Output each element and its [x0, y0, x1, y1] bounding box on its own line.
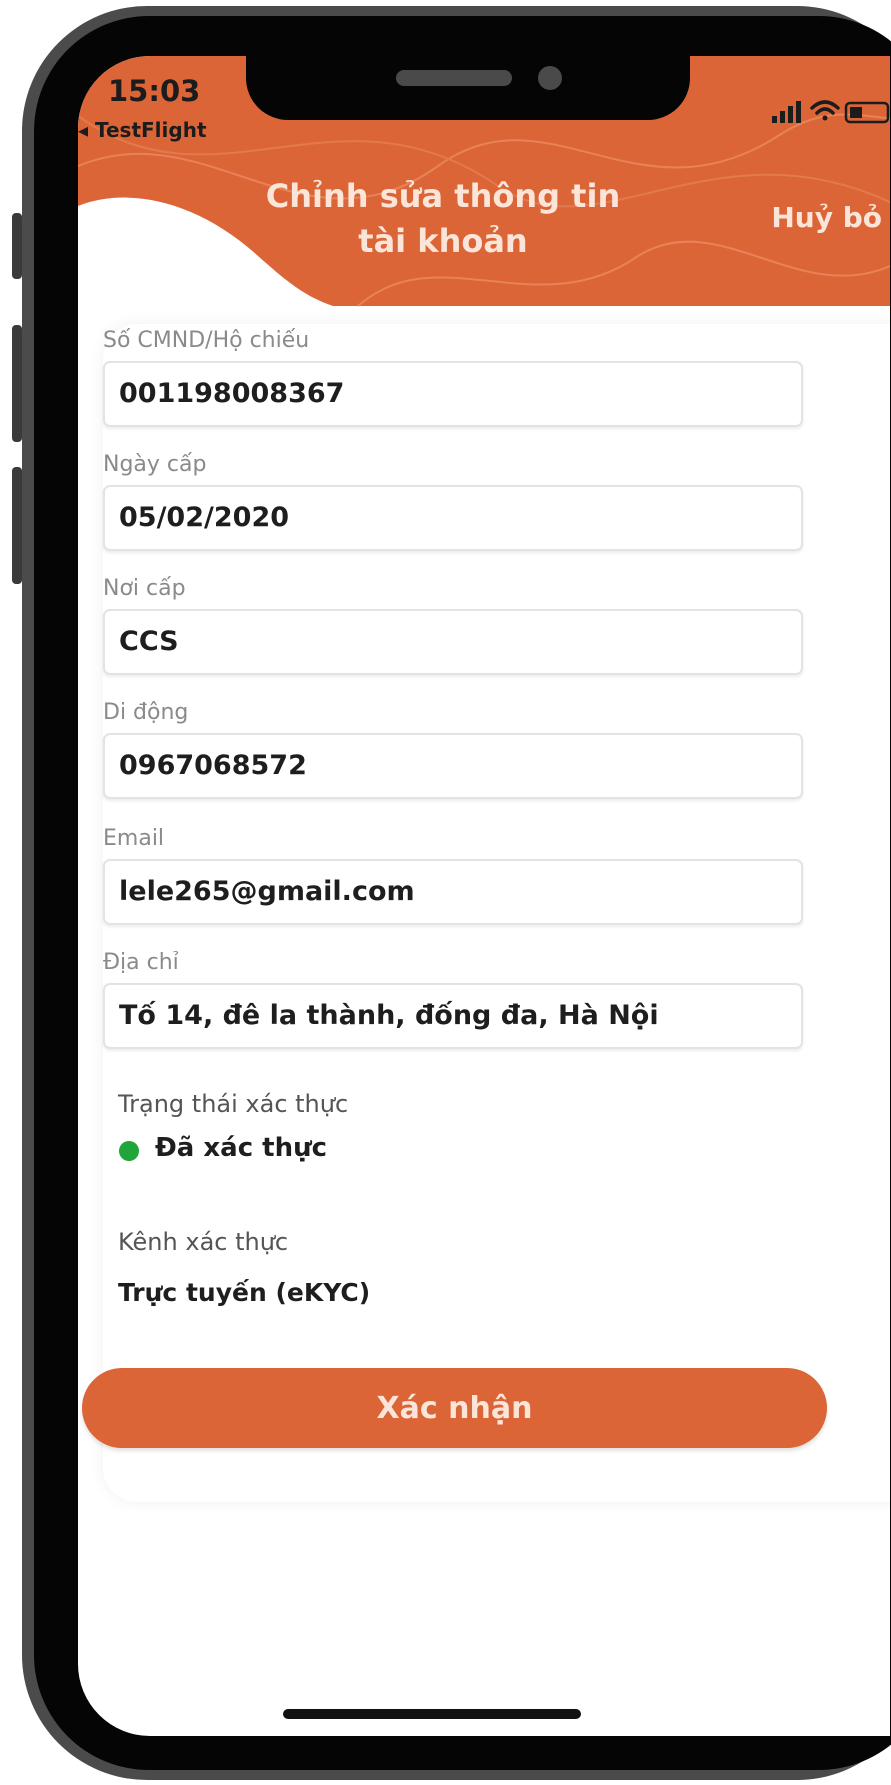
- wifi-icon: [810, 100, 840, 121]
- address-label: Địa chỉ: [103, 950, 179, 975]
- back-to-testflight[interactable]: ◂ TestFlight: [78, 118, 207, 142]
- silent-switch: [12, 213, 22, 279]
- verified-status-dot: [119, 1141, 139, 1161]
- issue-place-label: Nơi cấp: [103, 576, 186, 601]
- speaker: [396, 70, 512, 86]
- issue-date-label: Ngày cấp: [103, 452, 207, 477]
- confirm-button[interactable]: Xác nhận: [82, 1368, 827, 1448]
- email-field[interactable]: lele265@gmail.com: [103, 859, 803, 925]
- issue-place-value: CCS: [119, 626, 179, 657]
- volume-down-button: [12, 467, 22, 584]
- mobile-field[interactable]: 0967068572: [103, 733, 803, 799]
- page-title: Chỉnh sửa thông tin tài khoản: [265, 177, 621, 260]
- verification-status-label: Trạng thái xác thực: [118, 1090, 349, 1118]
- id-number-value: 001198008367: [119, 378, 345, 409]
- signal-icon: [772, 101, 801, 123]
- verification-channel-label: Kênh xác thực: [118, 1228, 289, 1256]
- home-indicator: [283, 1709, 581, 1719]
- notch: [246, 56, 690, 120]
- phone-screen: 15:03 ◂ TestFlight Chỉnh sửa thông tin t…: [78, 56, 890, 1736]
- mobile-value: 0967068572: [119, 750, 307, 781]
- email-value: lele265@gmail.com: [119, 876, 415, 907]
- issue-place-field[interactable]: CCS: [103, 609, 803, 675]
- issue-date-field[interactable]: 05/02/2020: [103, 485, 803, 551]
- address-value: Tố 14, đê la thành, đống đa, Hà Nội: [119, 1000, 659, 1031]
- address-field[interactable]: Tố 14, đê la thành, đống đa, Hà Nội: [103, 983, 803, 1049]
- id-number-field[interactable]: 001198008367: [103, 361, 803, 427]
- battery-icon: [844, 101, 890, 124]
- email-label: Email: [103, 826, 165, 851]
- status-time: 15:03: [108, 74, 201, 108]
- verification-channel-value: Trực tuyến (eKYC): [118, 1278, 371, 1307]
- front-camera: [538, 66, 562, 90]
- cancel-button[interactable]: Huỷ bỏ: [771, 201, 882, 234]
- issue-date-value: 05/02/2020: [119, 502, 290, 533]
- id-number-label: Số CMND/Hộ chiếu: [103, 328, 310, 353]
- volume-up-button: [12, 325, 22, 442]
- status-icons: [772, 100, 890, 124]
- mobile-label: Di động: [103, 700, 189, 725]
- verification-status-value: Đã xác thực: [155, 1133, 328, 1163]
